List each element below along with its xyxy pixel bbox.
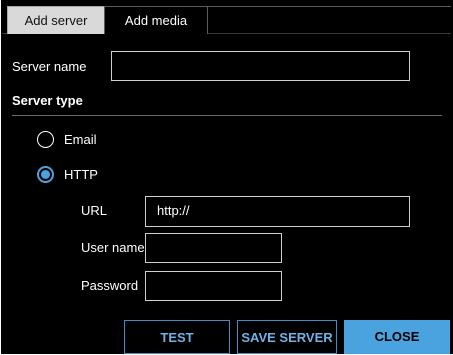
test-button[interactable]: TEST <box>124 320 230 354</box>
username-input[interactable] <box>145 233 282 263</box>
url-label: URL <box>81 203 108 218</box>
tab-bar-filler <box>207 6 453 34</box>
radio-http-label: HTTP <box>64 167 98 182</box>
radio-email[interactable] <box>37 131 54 148</box>
username-label: User name <box>81 240 145 255</box>
password-input[interactable] <box>145 271 282 301</box>
url-input[interactable]: http:// <box>145 196 410 227</box>
close-button[interactable]: CLOSE <box>344 320 450 354</box>
radio-email-label: Email <box>64 132 97 147</box>
server-type-heading: Server type <box>12 93 83 108</box>
save-server-button[interactable]: SAVE SERVER <box>237 320 337 354</box>
tab-bar: Add server Add media <box>2 0 453 34</box>
server-name-label: Server name <box>12 59 87 74</box>
password-label: Password <box>81 278 139 293</box>
tab-add-media[interactable]: Add media <box>104 6 208 34</box>
add-server-dialog: Add server Add media Server name Server … <box>1 0 453 354</box>
server-name-input[interactable] <box>111 51 410 81</box>
radio-http[interactable] <box>37 166 54 183</box>
tab-add-server[interactable]: Add server <box>7 6 105 34</box>
divider <box>12 115 442 116</box>
